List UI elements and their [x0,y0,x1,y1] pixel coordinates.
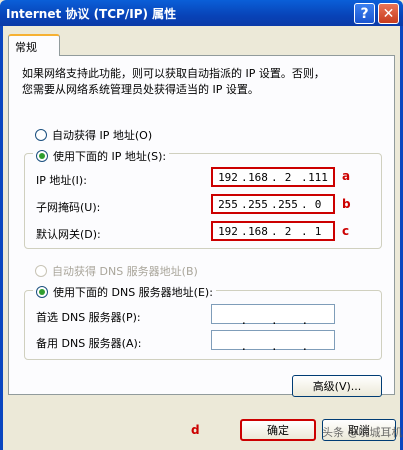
marker-c: c [342,224,350,238]
ip-octet-1: 192 [218,170,238,184]
ip-octet-3: 2 [271,171,303,184]
gateway-field[interactable]: 192 168 2 1 [211,221,335,241]
radio-auto-dns-control[interactable] [35,265,47,277]
mask-octet-2: 255 [241,198,273,211]
help-button[interactable]: ? [354,3,375,24]
radio-manual-dns-label: 使用下面的 DNS 服务器地址(E): [53,286,213,299]
gateway-label: 默认网关(D): [36,228,101,241]
close-icon: ✕ [382,5,395,22]
marker-b: b [342,197,351,211]
radio-manual-dns-control[interactable] [36,286,48,298]
subnet-mask-label: 子网掩码(U): [36,201,101,214]
title-bar[interactable]: Internet 协议 (TCP/IP) 属性 ? ✕ [0,0,403,26]
tab-general[interactable]: 常规 [8,34,60,56]
ok-button[interactable]: 确定 [240,419,316,441]
radio-manual-dns[interactable]: 使用下面的 DNS 服务器地址(E): [33,284,216,300]
gateway-octet-3: 2 [271,225,303,238]
preferred-dns-label: 首选 DNS 服务器(P): [36,311,141,324]
radio-manual-ip-control[interactable] [36,150,48,162]
gateway-octet-1: 192 [218,224,238,238]
ip-address-label: IP 地址(I): [36,174,87,187]
radio-auto-dns-label: 自动获得 DNS 服务器地址(B) [52,265,198,278]
mask-octet-1: 255 [218,197,238,211]
mask-octet-4: 0 [301,198,333,211]
subnet-mask-field[interactable]: 255 255 255 0 [211,194,335,214]
alternate-dns-label: 备用 DNS 服务器(A): [36,337,142,350]
ip-address-field[interactable]: 192 168 2 111 [211,167,335,187]
description-text: 如果网络支持此功能，则可以获取自动指派的 IP 设置。否则， 您需要从网络系统管… [22,66,382,98]
watermark-text: 头条 @晚城耳机 [322,426,403,439]
tab-general-label: 常规 [15,41,37,54]
marker-d: d [191,423,200,437]
gateway-octet-2: 168 [241,225,273,238]
radio-auto-ip[interactable]: 自动获得 IP 地址(O) [35,127,152,143]
radio-auto-ip-control[interactable] [35,129,47,141]
ip-octet-4: 111 [301,171,333,184]
description-line-1: 如果网络支持此功能，则可以获取自动指派的 IP 设置。否则， [22,67,325,80]
alternate-dns-field[interactable] [211,330,335,353]
radio-auto-dns[interactable]: 自动获得 DNS 服务器地址(B) [35,263,198,279]
preferred-dns-field[interactable] [211,304,335,327]
help-icon: ? [360,5,369,22]
radio-manual-ip[interactable]: 使用下面的 IP 地址(S): [33,148,170,164]
mask-octet-3: 255 [271,198,303,211]
radio-manual-ip-label: 使用下面的 IP 地址(S): [53,150,167,163]
advanced-button[interactable]: 高级(V)... [292,375,382,397]
window-title: Internet 协议 (TCP/IP) 属性 [6,7,177,21]
radio-auto-ip-label: 自动获得 IP 地址(O) [52,129,153,142]
ip-octet-2: 168 [241,171,273,184]
marker-a: a [342,169,351,183]
gateway-octet-4: 1 [301,225,333,238]
description-line-2: 您需要从网络系统管理员处获得适当的 IP 设置。 [22,83,259,96]
close-button[interactable]: ✕ [378,3,399,24]
